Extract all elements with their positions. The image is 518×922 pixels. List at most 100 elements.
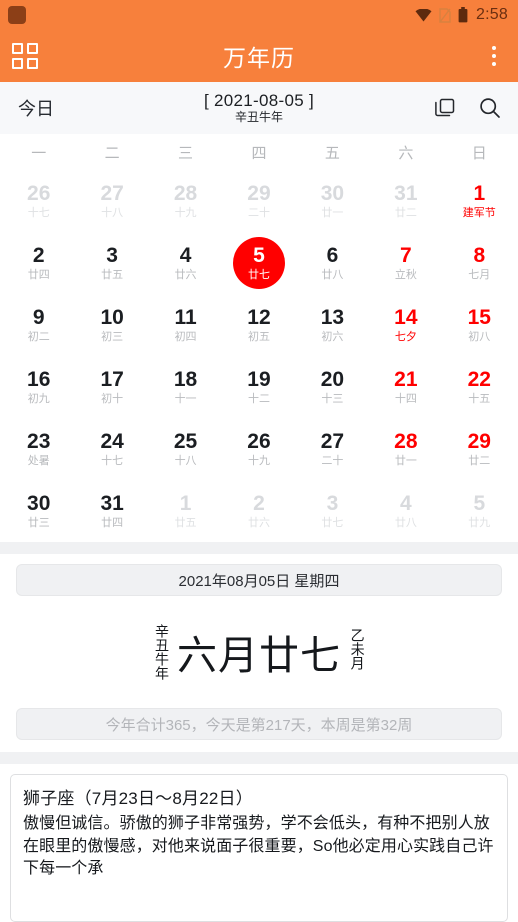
calendar-day-number: 5 — [473, 491, 486, 515]
calendar-day-lunar: 廿七 — [247, 269, 270, 282]
calendar-day-number: 3 — [106, 243, 118, 267]
calendar-day-bubble: 22 十五 — [453, 361, 505, 413]
section-divider-zodiac — [0, 752, 518, 764]
calendar-day-cell[interactable]: 30 廿三 — [2, 480, 75, 542]
calendar-day-cell[interactable]: 25 十八 — [149, 418, 222, 480]
calendar-day-bubble: 20 十三 — [306, 361, 358, 413]
calendar-day-bubble: 2 廿六 — [233, 485, 285, 537]
calendar-day-bubble: 31 廿二 — [380, 175, 432, 227]
calendar-day-cell[interactable]: 22 十五 — [443, 356, 516, 418]
calendar-day-cell[interactable]: 10 初三 — [75, 294, 148, 356]
calendar-day-cell[interactable]: 26 十七 — [2, 170, 75, 232]
calendar-day-cell[interactable]: 5 廿九 — [443, 480, 516, 542]
sub-toolbar: 今日 [ 2021-08-05 ] 辛丑牛年 — [0, 82, 518, 134]
calendar-day-cell[interactable]: 4 廿八 — [369, 480, 442, 542]
lunar-year-vertical: 辛丑牛年 — [154, 624, 170, 680]
calendar-day-cell[interactable]: 1 廿五 — [149, 480, 222, 542]
calendar-day-cell[interactable]: 13 初六 — [296, 294, 369, 356]
calendar-day-lunar: 初八 — [468, 331, 491, 344]
calendar-day-lunar: 二十 — [247, 207, 270, 220]
calendar-day-lunar: 七月 — [468, 269, 491, 282]
calendar-day-cell[interactable]: 8 七月 — [443, 232, 516, 294]
more-vertical-icon[interactable] — [484, 44, 504, 68]
calendar-day-lunar: 廿八 — [321, 269, 344, 282]
sim-off-icon — [439, 7, 451, 23]
calendar-day-number: 7 — [400, 243, 412, 267]
calendar-day-bubble: 30 廿三 — [13, 485, 65, 537]
calendar-day-lunar: 廿七 — [321, 517, 344, 530]
calendar-day-number: 28 — [394, 429, 418, 453]
calendar-day-cell[interactable]: 27 二十 — [296, 418, 369, 480]
calendar-day-cell[interactable]: 29 廿二 — [443, 418, 516, 480]
calendar-day-cell[interactable]: 30 廿一 — [296, 170, 369, 232]
calendar-day-cell[interactable]: 23 处暑 — [2, 418, 75, 480]
calendar-day-lunar: 初十 — [101, 393, 124, 406]
calendar-day-cell[interactable]: 31 廿四 — [75, 480, 148, 542]
calendar-day-cell[interactable]: 28 廿一 — [369, 418, 442, 480]
calendar-day-cell[interactable]: 26 十九 — [222, 418, 295, 480]
calendar-day-lunar: 十七 — [27, 207, 50, 220]
calendar-day-cell[interactable]: 6 廿八 — [296, 232, 369, 294]
status-bar-clock: 2:58 — [476, 6, 508, 23]
calendar-day-lunar: 廿八 — [394, 517, 417, 530]
year-stats-pill[interactable]: 今年合计365，今天是第217天，本周是第32周 — [16, 708, 502, 740]
calendar-day-cell[interactable]: 12 初五 — [222, 294, 295, 356]
layers-icon[interactable] — [434, 97, 456, 119]
calendar-day-lunar: 十八 — [174, 455, 197, 468]
calendar-day-cell[interactable]: 20 十三 — [296, 356, 369, 418]
calendar-day-bubble: 17 初十 — [86, 361, 138, 413]
calendar-day-cell[interactable]: 2 廿四 — [2, 232, 75, 294]
calendar-day-cell[interactable]: 19 十二 — [222, 356, 295, 418]
calendar-day-number: 26 — [247, 429, 271, 453]
calendar-day-cell[interactable]: 27 十八 — [75, 170, 148, 232]
today-button[interactable]: 今日 — [18, 95, 54, 121]
weekday-label: 二 — [104, 144, 120, 162]
sub-toolbar-actions — [434, 96, 502, 120]
calendar-day-lunar: 初三 — [101, 331, 124, 344]
calendar-day-cell[interactable]: 3 廿七 — [296, 480, 369, 542]
calendar-day-cell[interactable]: 24 十七 — [75, 418, 148, 480]
calendar-day-number: 4 — [400, 491, 412, 515]
calendar-day-bubble: 26 十七 — [13, 175, 65, 227]
calendar-day-lunar: 十八 — [101, 207, 124, 220]
calendar-day-cell[interactable]: 4 廿六 — [149, 232, 222, 294]
calendar-day-cell[interactable]: 9 初二 — [2, 294, 75, 356]
calendar-day-cell[interactable]: 7 立秋 — [369, 232, 442, 294]
zodiac-card[interactable]: 狮子座（7月23日～8月22日） 傲慢但诚信。骄傲的狮子非常强势，学不会低头，有… — [10, 774, 508, 922]
grid-icon[interactable] — [12, 43, 38, 69]
calendar-day-cell[interactable]: 31 廿二 — [369, 170, 442, 232]
weekday-label: 日 — [471, 144, 487, 162]
calendar-day-number: 30 — [320, 181, 345, 205]
app-title: 万年历 — [223, 45, 295, 71]
calendar-day-cell[interactable]: 21 十四 — [369, 356, 442, 418]
calendar-day-cell[interactable]: 16 初九 — [2, 356, 75, 418]
section-divider-calendar — [0, 542, 518, 554]
calendar-day-cell[interactable]: 1 建军节 — [443, 170, 516, 232]
status-bar: 2:58 — [0, 0, 518, 30]
calendar-day-bubble: 5 廿九 — [453, 485, 505, 537]
calendar-day-lunar: 初四 — [174, 331, 197, 344]
calendar-day-cell[interactable]: 29 二十 — [222, 170, 295, 232]
calendar-day-cell[interactable]: 5 廿七 — [222, 232, 295, 294]
search-icon[interactable] — [478, 96, 502, 120]
calendar-day-cell[interactable]: 3 廿五 — [75, 232, 148, 294]
calendar-day-number: 16 — [27, 367, 51, 391]
calendar-day-bubble: 4 廿六 — [160, 237, 212, 289]
calendar-day-bubble: 24 十七 — [86, 423, 138, 475]
calendar-day-cell[interactable]: 17 初十 — [75, 356, 148, 418]
calendar-day-cell[interactable]: 11 初四 — [149, 294, 222, 356]
calendar-day-number: 31 — [394, 181, 418, 205]
full-date-pill[interactable]: 2021年08月05日 星期四 — [16, 564, 502, 596]
calendar-day-number: 17 — [100, 367, 124, 391]
calendar-day-bubble: 6 廿八 — [306, 237, 358, 289]
calendar-day-lunar: 十九 — [174, 207, 197, 220]
calendar-day-bubble: 1 廿五 — [160, 485, 212, 537]
calendar-day-lunar: 初六 — [321, 331, 344, 344]
calendar-day-number: 30 — [27, 491, 51, 515]
calendar-day-lunar: 廿二 — [468, 455, 491, 468]
calendar-day-cell[interactable]: 15 初八 — [443, 294, 516, 356]
calendar-day-cell[interactable]: 28 十九 — [149, 170, 222, 232]
calendar-day-cell[interactable]: 18 十一 — [149, 356, 222, 418]
calendar-day-cell[interactable]: 14 七夕 — [369, 294, 442, 356]
calendar-day-cell[interactable]: 2 廿六 — [222, 480, 295, 542]
